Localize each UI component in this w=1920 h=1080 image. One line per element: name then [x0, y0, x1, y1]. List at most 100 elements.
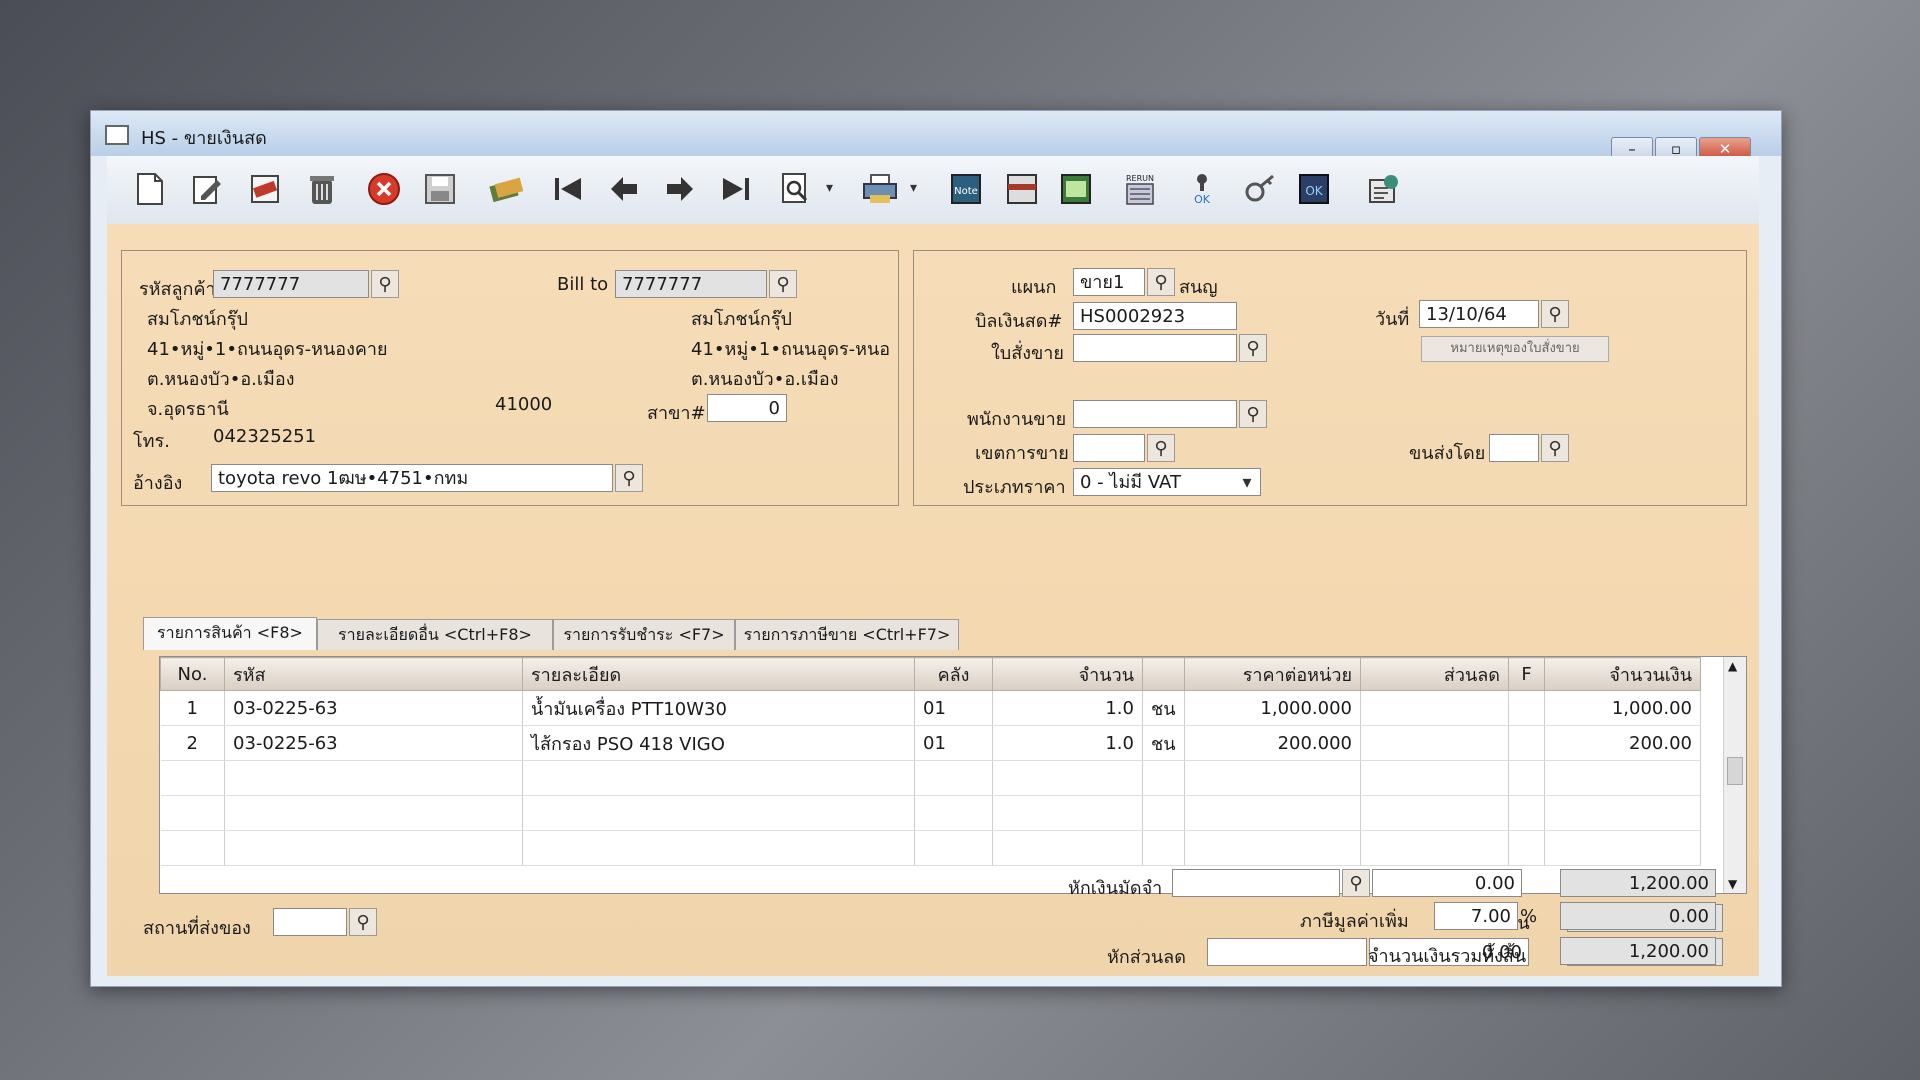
- delivery-search-icon[interactable]: ⚲: [349, 908, 377, 936]
- salesman-search-icon[interactable]: ⚲: [1239, 400, 1267, 428]
- reference-field[interactable]: toyota revo 1ฒษ•4751•กทม: [211, 464, 613, 492]
- customer-search-icon[interactable]: ⚲: [371, 270, 399, 298]
- customer-province: จ.อุดรธานี: [147, 399, 229, 420]
- scroll-down-icon[interactable]: ▼: [1728, 877, 1737, 891]
- tab-sales-tax[interactable]: รายการภาษีขาย <Ctrl+F7>: [735, 619, 959, 650]
- row-description[interactable]: ไส้กรอง PSO 418 VIGO: [522, 725, 915, 761]
- discount-text-field[interactable]: [1207, 938, 1367, 966]
- new-icon[interactable]: [129, 168, 171, 210]
- grid-scrollbar[interactable]: ▲ ▼: [1723, 657, 1746, 893]
- sales-order-field[interactable]: [1073, 334, 1237, 362]
- sales-order-search-icon[interactable]: ⚲: [1239, 334, 1267, 362]
- sales-order-note-button[interactable]: หมายเหตุของใบสั่งขาย: [1421, 336, 1609, 362]
- row-code[interactable]: 03-0225-63: [224, 690, 523, 726]
- row-no: 2: [160, 725, 225, 761]
- sales-area-search-icon[interactable]: ⚲: [1147, 434, 1175, 462]
- rerun-icon[interactable]: RERUN: [1119, 168, 1161, 210]
- ship-by-label: ขนส่งโดย: [1409, 443, 1486, 464]
- last-record-icon[interactable]: [715, 168, 757, 210]
- delete-icon[interactable]: [301, 168, 343, 210]
- tab-items[interactable]: รายการสินค้า <F8>: [143, 617, 317, 650]
- ship-by-search-icon[interactable]: ⚲: [1541, 434, 1569, 462]
- row-flag[interactable]: [1508, 725, 1545, 761]
- empty-row[interactable]: [160, 830, 1701, 866]
- customer-postcode: 41000: [495, 394, 553, 415]
- branch-field[interactable]: 0: [707, 394, 787, 422]
- col-description[interactable]: รายละเอียด: [522, 657, 915, 691]
- date-label: วันที่: [1375, 309, 1410, 330]
- table-row[interactable]: 2 03-0225-63 ไส้กรอง PSO 418 VIGO 01 1.0…: [160, 725, 1701, 761]
- sales-area-field[interactable]: [1073, 434, 1145, 462]
- note-icon[interactable]: Note: [945, 168, 987, 210]
- deposit-search-icon[interactable]: ⚲: [1342, 869, 1370, 897]
- row-unit-price[interactable]: 1,000.000: [1184, 690, 1361, 726]
- customer-code-field[interactable]: 7777777: [213, 270, 369, 298]
- toolbar: Note RERUN OK OK: [107, 156, 1759, 225]
- bill-number-field[interactable]: HS0002923: [1073, 302, 1237, 330]
- void-icon[interactable]: [245, 168, 287, 210]
- empty-row[interactable]: [160, 795, 1701, 831]
- delivery-place-field[interactable]: [273, 908, 347, 936]
- settings-icon[interactable]: [1363, 168, 1405, 210]
- first-record-icon[interactable]: [547, 168, 589, 210]
- col-discount[interactable]: ส่วนลด: [1360, 657, 1509, 691]
- print-icon[interactable]: [859, 168, 917, 210]
- deposit-text-field[interactable]: [1172, 869, 1340, 897]
- money-icon[interactable]: [1055, 168, 1097, 210]
- row-discount[interactable]: [1360, 725, 1509, 761]
- scroll-up-icon[interactable]: ▲: [1728, 659, 1737, 673]
- row-warehouse[interactable]: 01: [914, 690, 993, 726]
- discount-value-field[interactable]: 0.00: [1369, 938, 1529, 966]
- ship-by-field[interactable]: [1489, 434, 1539, 462]
- row-description[interactable]: น้ำมันเครื่อง PTT10W30: [522, 690, 915, 726]
- col-code[interactable]: รหัส: [224, 657, 523, 691]
- row-warehouse[interactable]: 01: [914, 725, 993, 761]
- row-quantity[interactable]: 1.0: [992, 725, 1143, 761]
- reference-search-icon[interactable]: ⚲: [615, 464, 643, 492]
- col-amount[interactable]: จำนวนเงิน: [1544, 657, 1701, 691]
- col-warehouse[interactable]: คลัง: [914, 657, 993, 691]
- table-row[interactable]: 1 03-0225-63 น้ำมันเครื่อง PTT10W30 01 1…: [160, 690, 1701, 726]
- row-flag[interactable]: [1508, 690, 1545, 726]
- edit-icon[interactable]: [187, 168, 229, 210]
- deposit-value-field[interactable]: 0.00: [1372, 869, 1522, 897]
- dept-search-icon[interactable]: ⚲: [1147, 268, 1175, 296]
- vat-rate-field[interactable]: 7.00: [1434, 902, 1518, 930]
- row-unit[interactable]: ชน: [1142, 725, 1185, 761]
- approve-icon[interactable]: OK: [1181, 168, 1223, 210]
- scroll-thumb[interactable]: [1727, 757, 1743, 785]
- form-icon[interactable]: [1001, 168, 1043, 210]
- note-icon-text: Note: [954, 186, 978, 197]
- row-discount[interactable]: [1360, 690, 1509, 726]
- save-icon[interactable]: [419, 168, 461, 210]
- row-unit[interactable]: ชน: [1142, 690, 1185, 726]
- ok-icon[interactable]: OK: [1293, 168, 1335, 210]
- tab-payments[interactable]: รายการรับชำระ <F7>: [553, 619, 735, 650]
- row-unit-price[interactable]: 200.000: [1184, 725, 1361, 761]
- col-flag[interactable]: F: [1508, 657, 1545, 691]
- ok-icon-text: OK: [1305, 184, 1323, 198]
- date-picker-icon[interactable]: ⚲: [1541, 300, 1569, 328]
- col-no[interactable]: No.: [160, 657, 225, 691]
- empty-row[interactable]: [160, 760, 1701, 796]
- find-icon[interactable]: [775, 168, 833, 210]
- salesman-field[interactable]: [1073, 400, 1237, 428]
- cancel-icon[interactable]: [363, 168, 405, 210]
- after-discount-field: 1,200.00: [1567, 938, 1723, 966]
- row-quantity[interactable]: 1.0: [992, 690, 1143, 726]
- col-unit-price[interactable]: ราคาต่อหน่วย: [1184, 657, 1361, 691]
- previous-record-icon[interactable]: [603, 168, 645, 210]
- col-unit[interactable]: [1142, 657, 1185, 691]
- date-field[interactable]: 13/10/64: [1419, 300, 1539, 328]
- billto-address2: ต.หนองบัว•อ.เมือง: [691, 369, 839, 390]
- tab-other-details[interactable]: รายละเอียดอื่น <Ctrl+F8>: [317, 619, 553, 650]
- next-record-icon[interactable]: [659, 168, 701, 210]
- billto-search-icon[interactable]: ⚲: [769, 270, 797, 298]
- chevron-down-icon[interactable]: ▾: [1233, 468, 1261, 496]
- billto-code-field[interactable]: 7777777: [615, 270, 767, 298]
- copy-icon[interactable]: [485, 168, 527, 210]
- row-code[interactable]: 03-0225-63: [224, 725, 523, 761]
- dept-field[interactable]: ขาย1: [1073, 268, 1145, 296]
- col-quantity[interactable]: จำนวน: [992, 657, 1143, 691]
- key-icon[interactable]: [1239, 168, 1281, 210]
